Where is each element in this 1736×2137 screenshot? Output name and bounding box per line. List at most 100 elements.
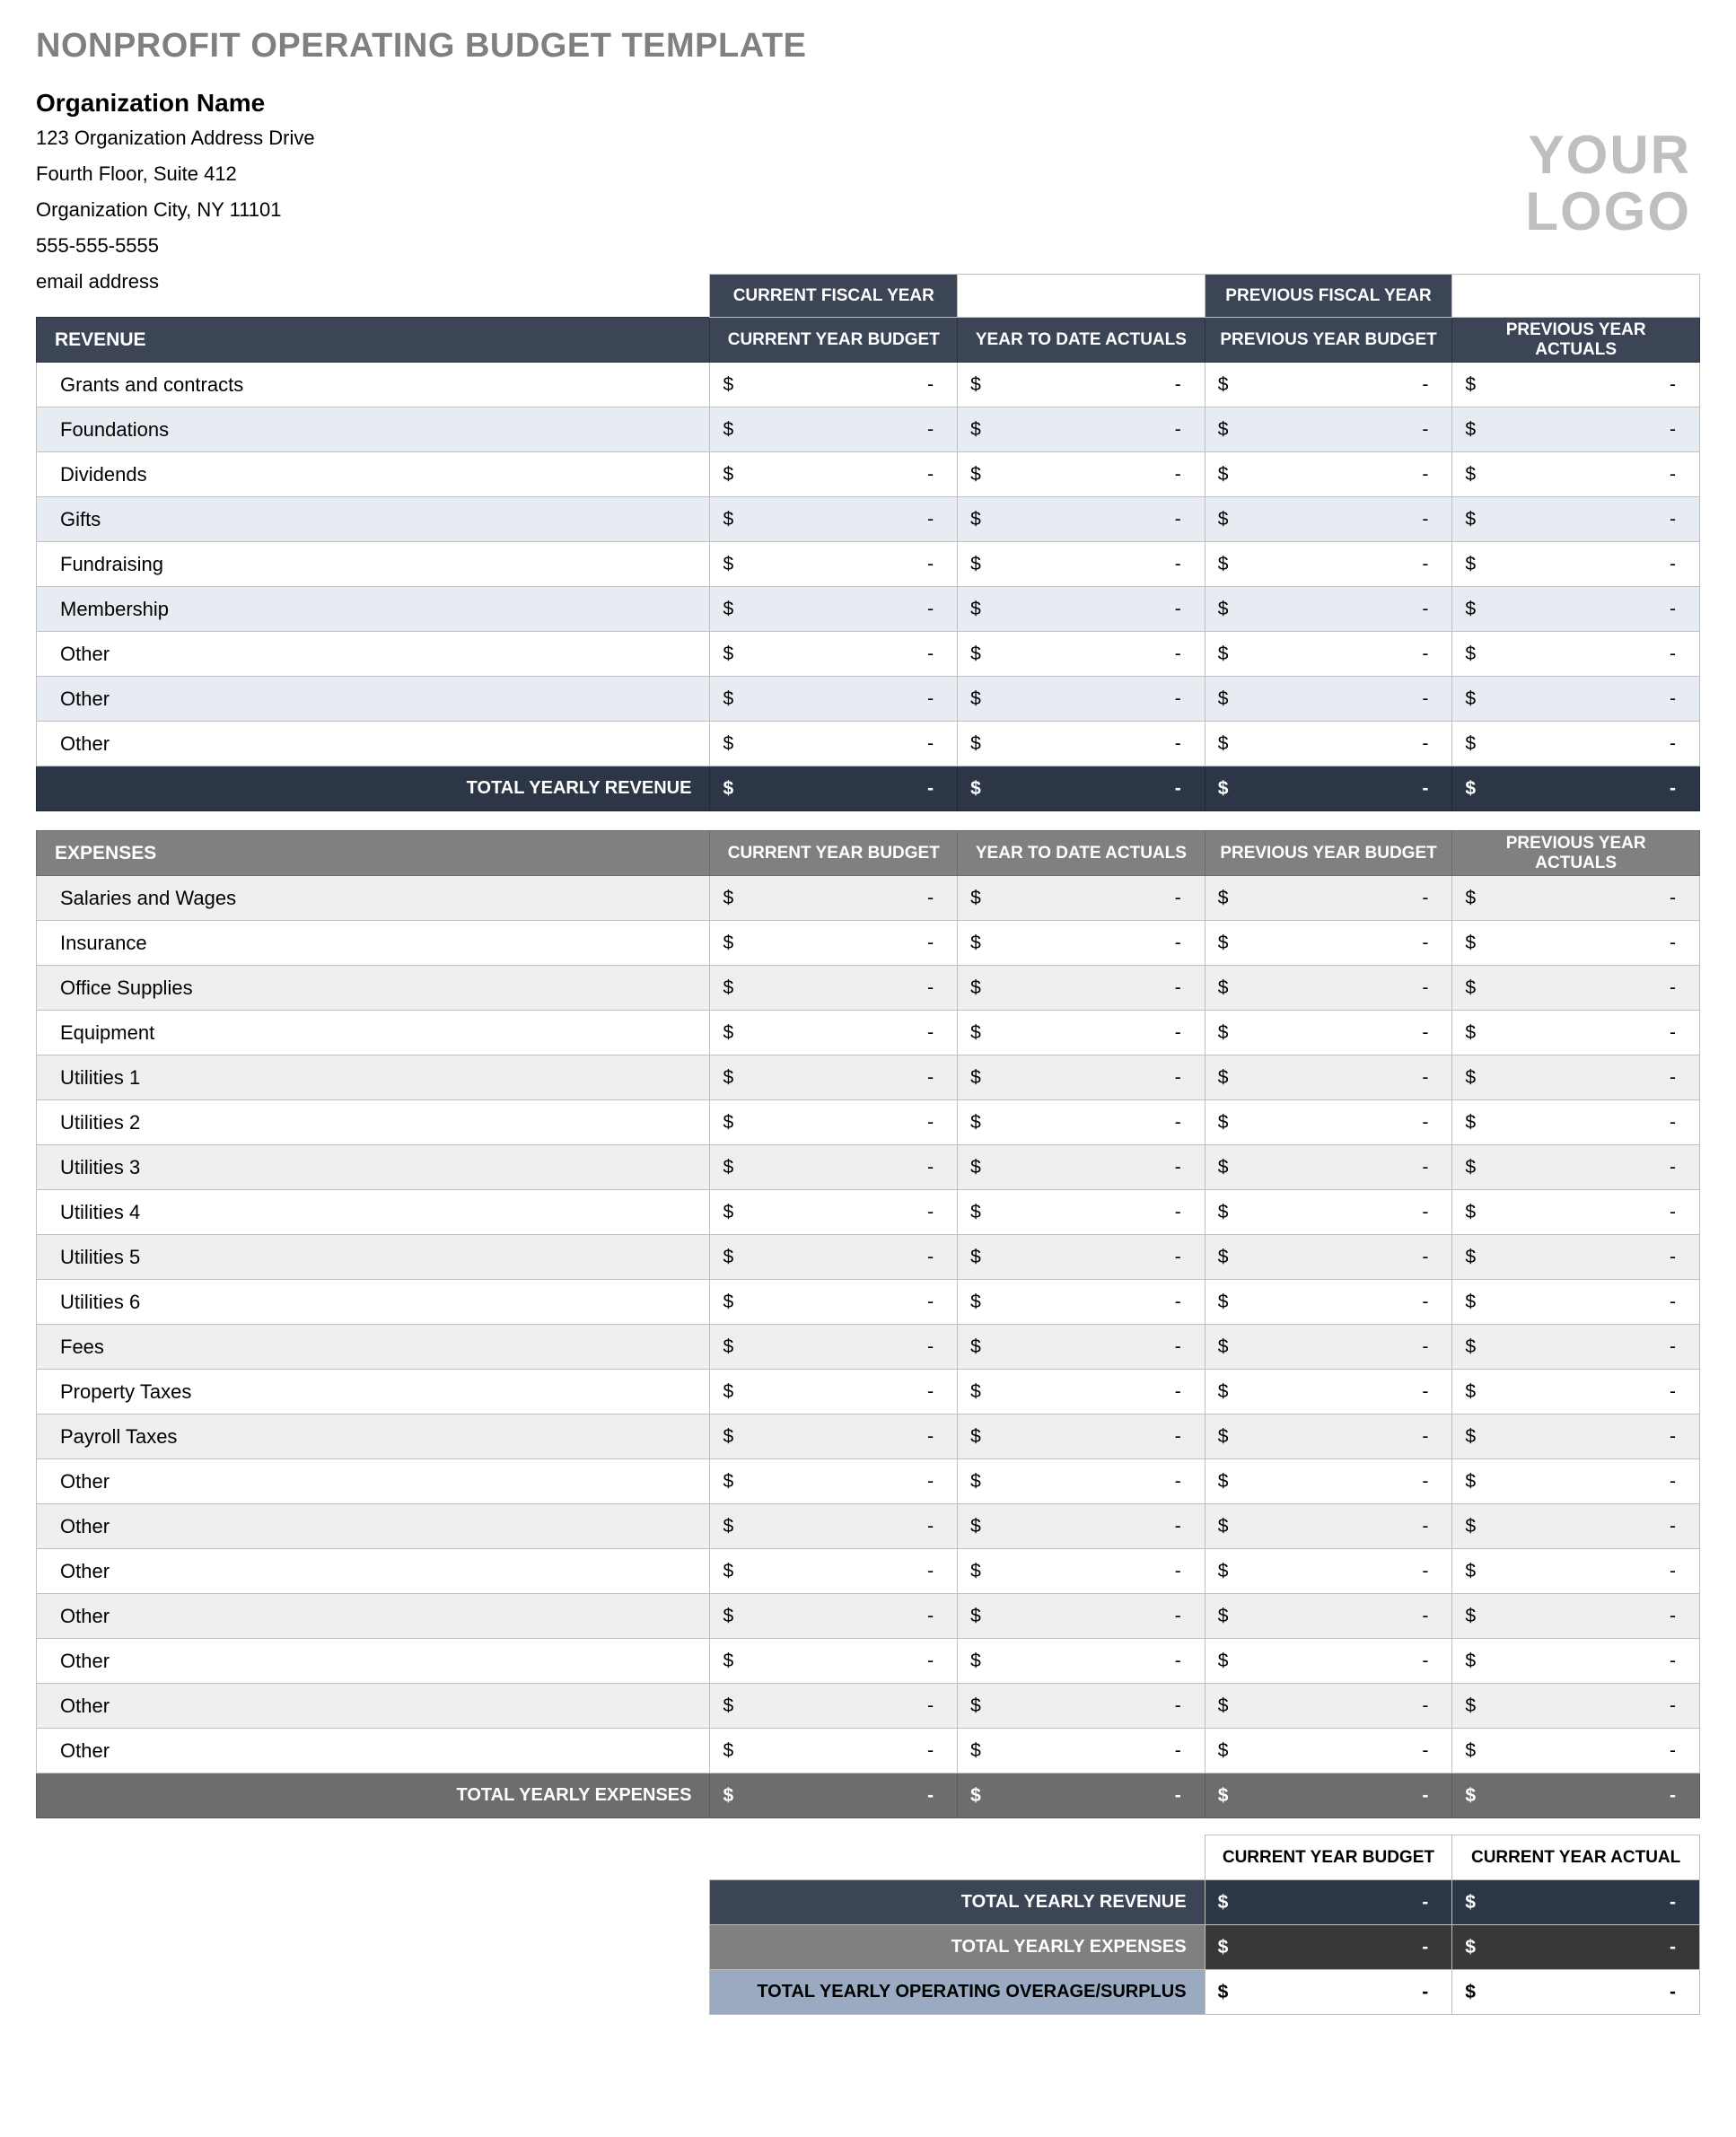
expense-cell-previous-budget[interactable]: $-	[1205, 1145, 1452, 1190]
revenue-cell-current-budget[interactable]: $-	[710, 542, 958, 587]
expense-cell-previous-budget[interactable]: $-	[1205, 1549, 1452, 1594]
revenue-cell-previous-budget[interactable]: $-	[1205, 363, 1452, 407]
expense-cell-previous-actuals[interactable]: $-	[1452, 1684, 1700, 1729]
expense-cell-previous-actuals[interactable]: $-	[1452, 1594, 1700, 1639]
expense-cell-ytd-actuals[interactable]: $-	[958, 1684, 1206, 1729]
expense-cell-ytd-actuals[interactable]: $-	[958, 1055, 1206, 1100]
expense-cell-previous-budget[interactable]: $-	[1205, 1684, 1452, 1729]
revenue-cell-previous-budget[interactable]: $-	[1205, 407, 1452, 452]
expense-cell-ytd-actuals[interactable]: $-	[958, 1729, 1206, 1774]
expense-cell-current-budget[interactable]: $-	[710, 966, 958, 1011]
revenue-cell-previous-actuals[interactable]: $-	[1452, 452, 1700, 497]
summary-revenue-actual[interactable]: $-	[1452, 1880, 1700, 1925]
expense-cell-ytd-actuals[interactable]: $-	[958, 1190, 1206, 1235]
revenue-cell-current-budget[interactable]: $-	[710, 363, 958, 407]
expense-cell-previous-actuals[interactable]: $-	[1452, 1370, 1700, 1414]
expense-cell-previous-actuals[interactable]: $-	[1452, 1190, 1700, 1235]
expense-cell-previous-budget[interactable]: $-	[1205, 1370, 1452, 1414]
revenue-cell-previous-actuals[interactable]: $-	[1452, 407, 1700, 452]
revenue-cell-previous-budget[interactable]: $-	[1205, 497, 1452, 542]
revenue-cell-previous-budget[interactable]: $-	[1205, 542, 1452, 587]
revenue-cell-previous-actuals[interactable]: $-	[1452, 542, 1700, 587]
revenue-cell-current-budget[interactable]: $-	[710, 587, 958, 632]
expense-cell-previous-actuals[interactable]: $-	[1452, 1100, 1700, 1145]
expense-cell-previous-actuals[interactable]: $-	[1452, 1011, 1700, 1055]
expense-cell-previous-actuals[interactable]: $-	[1452, 1459, 1700, 1504]
expense-cell-previous-actuals[interactable]: $-	[1452, 1280, 1700, 1325]
expense-cell-current-budget[interactable]: $-	[710, 1549, 958, 1594]
expense-cell-previous-actuals[interactable]: $-	[1452, 1235, 1700, 1280]
expense-cell-previous-budget[interactable]: $-	[1205, 1729, 1452, 1774]
expense-cell-previous-actuals[interactable]: $-	[1452, 1055, 1700, 1100]
expense-cell-ytd-actuals[interactable]: $-	[958, 1414, 1206, 1459]
expense-cell-previous-actuals[interactable]: $-	[1452, 1325, 1700, 1370]
expense-cell-current-budget[interactable]: $-	[710, 1729, 958, 1774]
revenue-cell-ytd-actuals[interactable]: $-	[958, 497, 1206, 542]
expense-cell-previous-actuals[interactable]: $-	[1452, 876, 1700, 921]
revenue-cell-current-budget[interactable]: $-	[710, 632, 958, 677]
expense-cell-ytd-actuals[interactable]: $-	[958, 1280, 1206, 1325]
expense-cell-current-budget[interactable]: $-	[710, 1145, 958, 1190]
revenue-cell-previous-actuals[interactable]: $-	[1452, 363, 1700, 407]
expense-cell-previous-budget[interactable]: $-	[1205, 1190, 1452, 1235]
expense-cell-previous-budget[interactable]: $-	[1205, 876, 1452, 921]
revenue-cell-current-budget[interactable]: $-	[710, 452, 958, 497]
expense-cell-ytd-actuals[interactable]: $-	[958, 1594, 1206, 1639]
expense-cell-current-budget[interactable]: $-	[710, 1370, 958, 1414]
expense-cell-ytd-actuals[interactable]: $-	[958, 966, 1206, 1011]
revenue-cell-ytd-actuals[interactable]: $-	[958, 677, 1206, 722]
expense-cell-previous-budget[interactable]: $-	[1205, 1235, 1452, 1280]
expense-cell-ytd-actuals[interactable]: $-	[958, 1235, 1206, 1280]
revenue-cell-current-budget[interactable]: $-	[710, 677, 958, 722]
expense-cell-previous-actuals[interactable]: $-	[1452, 1639, 1700, 1684]
revenue-cell-previous-actuals[interactable]: $-	[1452, 632, 1700, 677]
expense-cell-current-budget[interactable]: $-	[710, 1414, 958, 1459]
expense-cell-previous-budget[interactable]: $-	[1205, 1639, 1452, 1684]
expense-cell-current-budget[interactable]: $-	[710, 921, 958, 966]
expense-cell-previous-budget[interactable]: $-	[1205, 921, 1452, 966]
expense-cell-previous-budget[interactable]: $-	[1205, 1011, 1452, 1055]
expense-cell-previous-actuals[interactable]: $-	[1452, 1729, 1700, 1774]
previous-fiscal-year-input[interactable]	[1452, 275, 1700, 318]
revenue-cell-ytd-actuals[interactable]: $-	[958, 542, 1206, 587]
expense-cell-ytd-actuals[interactable]: $-	[958, 1100, 1206, 1145]
expense-cell-current-budget[interactable]: $-	[710, 1325, 958, 1370]
expense-cell-current-budget[interactable]: $-	[710, 1504, 958, 1549]
summary-surplus-budget[interactable]: $-	[1205, 1970, 1452, 2015]
expense-cell-previous-budget[interactable]: $-	[1205, 966, 1452, 1011]
revenue-cell-ytd-actuals[interactable]: $-	[958, 722, 1206, 766]
summary-expenses-budget[interactable]: $-	[1205, 1925, 1452, 1970]
expense-cell-ytd-actuals[interactable]: $-	[958, 1549, 1206, 1594]
revenue-cell-ytd-actuals[interactable]: $-	[958, 407, 1206, 452]
expense-cell-ytd-actuals[interactable]: $-	[958, 1011, 1206, 1055]
expense-cell-previous-actuals[interactable]: $-	[1452, 1504, 1700, 1549]
revenue-cell-ytd-actuals[interactable]: $-	[958, 587, 1206, 632]
expense-cell-current-budget[interactable]: $-	[710, 1459, 958, 1504]
expense-cell-current-budget[interactable]: $-	[710, 1011, 958, 1055]
expense-cell-current-budget[interactable]: $-	[710, 1594, 958, 1639]
expense-cell-previous-budget[interactable]: $-	[1205, 1414, 1452, 1459]
expense-cell-previous-budget[interactable]: $-	[1205, 1504, 1452, 1549]
expense-cell-current-budget[interactable]: $-	[710, 1639, 958, 1684]
expense-cell-ytd-actuals[interactable]: $-	[958, 1459, 1206, 1504]
expense-cell-ytd-actuals[interactable]: $-	[958, 1639, 1206, 1684]
expense-cell-current-budget[interactable]: $-	[710, 1055, 958, 1100]
expense-cell-ytd-actuals[interactable]: $-	[958, 1504, 1206, 1549]
expense-cell-previous-budget[interactable]: $-	[1205, 1280, 1452, 1325]
revenue-cell-current-budget[interactable]: $-	[710, 497, 958, 542]
expense-cell-previous-actuals[interactable]: $-	[1452, 1145, 1700, 1190]
expense-cell-ytd-actuals[interactable]: $-	[958, 876, 1206, 921]
summary-revenue-budget[interactable]: $-	[1205, 1880, 1452, 1925]
revenue-cell-previous-budget[interactable]: $-	[1205, 452, 1452, 497]
expense-cell-previous-actuals[interactable]: $-	[1452, 1549, 1700, 1594]
expense-cell-current-budget[interactable]: $-	[710, 1280, 958, 1325]
expense-cell-previous-budget[interactable]: $-	[1205, 1459, 1452, 1504]
expense-cell-previous-actuals[interactable]: $-	[1452, 966, 1700, 1011]
revenue-cell-previous-actuals[interactable]: $-	[1452, 497, 1700, 542]
revenue-cell-current-budget[interactable]: $-	[710, 407, 958, 452]
expense-cell-previous-budget[interactable]: $-	[1205, 1100, 1452, 1145]
revenue-cell-previous-actuals[interactable]: $-	[1452, 587, 1700, 632]
summary-surplus-actual[interactable]: $-	[1452, 1970, 1700, 2015]
expense-cell-previous-budget[interactable]: $-	[1205, 1325, 1452, 1370]
revenue-cell-previous-budget[interactable]: $-	[1205, 722, 1452, 766]
